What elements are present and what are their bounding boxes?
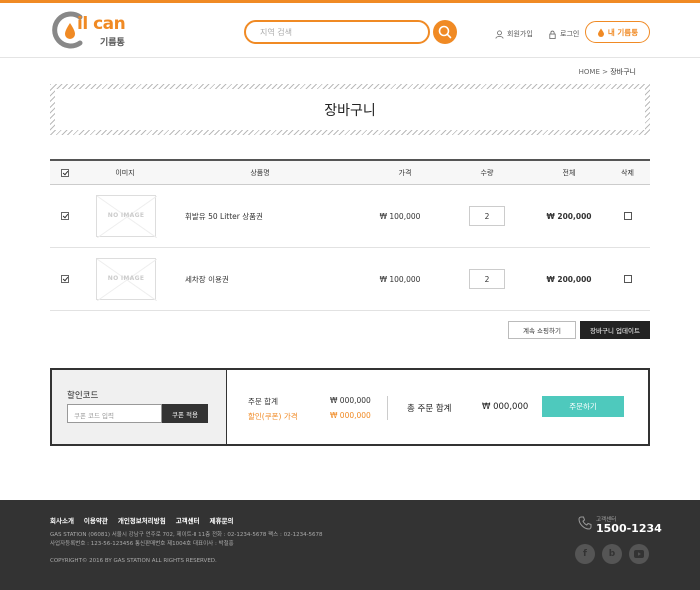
no-image-placeholder: NO IMAGE — [96, 258, 157, 301]
youtube-play-icon — [634, 550, 644, 558]
footer-address: GAS STATION (06081) 서울시 강남구 언주로 702, 제이트… — [50, 532, 323, 538]
footer-copyright: COPYRIGHT© 2016 BY GAS STATION ALL RIGHT… — [50, 558, 217, 564]
order-total-value: ₩ 000,000 — [330, 396, 371, 405]
grand-total-value: ₩ 000,000 — [482, 402, 529, 412]
quantity-input[interactable]: 2 — [469, 206, 505, 226]
header-price: 가격 — [398, 168, 412, 177]
row-checkbox[interactable] — [61, 275, 69, 283]
my-tank-button[interactable]: 내 기름통 — [585, 21, 650, 43]
footer-link-support[interactable]: 고객센터 — [176, 515, 200, 525]
apply-coupon-button[interactable]: 쿠폰 적용 — [162, 404, 208, 423]
login-link[interactable]: 로그인 — [548, 29, 579, 39]
page-title-box: 장바구니 — [50, 84, 650, 135]
footer-link-partnership[interactable]: 제휴문의 — [210, 515, 234, 525]
phone-icon — [578, 516, 592, 530]
search-input[interactable]: 지역 검색 — [244, 20, 430, 44]
lock-icon — [549, 30, 556, 39]
logo-text: il can — [77, 14, 126, 34]
youtube-icon[interactable] — [629, 544, 649, 564]
cart-table: 이미지 상품명 가격 수량 전체 삭제 NO IMAGE 휘발유 50 Litt… — [50, 159, 650, 311]
facebook-icon[interactable]: f — [575, 544, 595, 564]
signup-link[interactable]: 회원가입 — [495, 29, 533, 39]
breadcrumb-current: 장바구니 — [610, 68, 636, 76]
login-label: 로그인 — [560, 30, 580, 38]
blog-icon[interactable]: b — [602, 544, 622, 564]
breadcrumb: HOME > 장바구니 — [579, 67, 636, 77]
row-select-cell — [50, 248, 80, 310]
signup-label: 회원가입 — [507, 30, 533, 38]
grand-total-label: 총 주문 합계 — [407, 404, 452, 414]
table-row: NO IMAGE 휘발유 50 Litter 상품권 ₩ 100,000 2 ₩… — [50, 185, 650, 248]
logo[interactable]: il can 기름통 — [50, 9, 135, 49]
page-title: 장바구니 — [55, 89, 645, 130]
order-button[interactable]: 주문하기 — [542, 396, 624, 417]
row-qty-cell: 2 — [468, 185, 506, 247]
coupon-code-input[interactable]: 쿠폰 코드 입력 — [67, 404, 162, 423]
row-price: ₩ 100,000 — [379, 211, 421, 221]
row-select-cell — [50, 185, 80, 247]
drop-icon — [597, 28, 604, 37]
my-tank-label: 내 기름통 — [607, 27, 639, 37]
footer-nav: 회사소개 이용약관 개인정보처리방침 고객센터 제휴문의 — [50, 515, 234, 525]
order-summary: 할인코드 쿠폰 코드 입력 쿠폰 적용 주문 합계 ₩ 000,000 할인(쿠… — [50, 368, 650, 446]
coupon-section: 할인코드 쿠폰 코드 입력 쿠폰 적용 — [52, 370, 227, 444]
row-image-cell: NO IMAGE — [95, 248, 157, 310]
user-icon — [495, 29, 504, 39]
breadcrumb-separator: > — [602, 68, 608, 76]
header-qty: 수량 — [480, 168, 494, 177]
discount-value: ₩ 000,000 — [330, 411, 371, 420]
row-price: ₩ 100,000 — [379, 274, 421, 284]
footer: 회사소개 이용약관 개인정보처리방침 고객센터 제휴문의 GAS STATION… — [0, 500, 700, 590]
header: il can 기름통 지역 검색 회원가입 로그인 내 기름통 — [0, 3, 700, 58]
header-delete: 삭제 — [621, 168, 634, 177]
footer-link-company[interactable]: 회사소개 — [50, 515, 74, 525]
discount-label: 할인(쿠폰) 가격 — [248, 412, 298, 421]
update-cart-button[interactable]: 장바구니 업데이트 — [580, 321, 650, 339]
no-image-placeholder: NO IMAGE — [96, 195, 157, 238]
header-total: 전체 — [562, 168, 576, 177]
select-all-cell — [50, 161, 80, 184]
select-all-checkbox[interactable] — [61, 168, 69, 177]
row-checkbox[interactable] — [61, 212, 69, 220]
row-total: ₩ 200,000 — [546, 274, 592, 284]
row-qty-cell: 2 — [468, 248, 506, 310]
footer-business-info: 사업자등록번호 : 123-56-123456 통신판매번호 제1004호 대표… — [50, 541, 234, 547]
order-total-label: 주문 합계 — [248, 397, 278, 406]
no-image-text: NO IMAGE — [107, 212, 145, 219]
header-product: 상품명 — [250, 168, 270, 177]
delete-checkbox[interactable] — [623, 212, 632, 220]
quantity-input[interactable]: 2 — [469, 269, 505, 289]
row-product-name[interactable]: 세차장 이용권 — [185, 248, 285, 310]
search-button[interactable] — [433, 20, 457, 44]
continue-shopping-button[interactable]: 계속 쇼핑하기 — [508, 321, 576, 339]
breadcrumb-home[interactable]: HOME — [579, 68, 600, 76]
footer-link-terms[interactable]: 이용약관 — [84, 515, 108, 525]
delete-checkbox[interactable] — [623, 275, 632, 283]
search-icon — [438, 25, 452, 39]
customer-center-phone: 1500-1234 — [596, 522, 662, 535]
table-header: 이미지 상품명 가격 수량 전체 삭제 — [50, 159, 650, 185]
row-total: ₩ 200,000 — [546, 211, 592, 221]
row-image-cell: NO IMAGE — [95, 185, 157, 247]
table-row: NO IMAGE 세차장 이용권 ₩ 100,000 2 ₩ 200,000 — [50, 248, 650, 311]
coupon-title: 할인코드 — [67, 391, 99, 401]
logo-subtext: 기름통 — [100, 38, 125, 48]
row-delete-cell — [610, 185, 645, 247]
row-product-name[interactable]: 휘발유 50 Litter 상품권 — [185, 185, 285, 247]
header-image: 이미지 — [115, 168, 135, 177]
summary-divider — [387, 396, 388, 420]
row-delete-cell — [610, 248, 645, 310]
footer-link-privacy[interactable]: 개인정보처리방침 — [118, 515, 166, 525]
no-image-text: NO IMAGE — [107, 275, 145, 282]
